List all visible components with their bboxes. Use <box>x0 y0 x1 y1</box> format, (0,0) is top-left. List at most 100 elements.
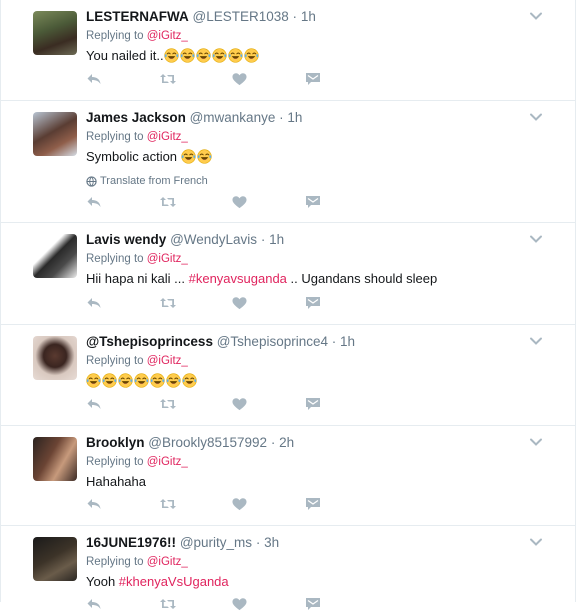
direct-message-button[interactable] <box>305 195 378 213</box>
retweet-button[interactable] <box>159 296 232 314</box>
heart-button[interactable] <box>232 195 305 213</box>
globe-icon <box>86 175 97 187</box>
hashtag-link[interactable]: #kenyavsuganda <box>189 271 287 286</box>
timestamp[interactable]: 1h <box>287 110 302 125</box>
replying-to-label: Replying to <box>86 131 147 143</box>
replying-to-link[interactable]: @iGitz_ <box>147 556 188 568</box>
replying-to: Replying to @iGitz_ <box>86 455 535 470</box>
replying-to-link[interactable]: @iGitz_ <box>147 131 188 143</box>
heart-button[interactable] <box>232 397 305 415</box>
timestamp[interactable]: 1h <box>340 334 355 349</box>
heart-button[interactable] <box>232 296 305 314</box>
reply-button[interactable] <box>86 597 159 615</box>
chevron-down-icon[interactable] <box>529 435 543 449</box>
emoji-group <box>86 373 198 388</box>
replying-to: Replying to @iGitz_ <box>86 252 535 267</box>
retweet-icon <box>159 597 177 616</box>
chevron-down-icon[interactable] <box>529 110 543 124</box>
timestamp[interactable]: 2h <box>279 435 294 450</box>
tweet-feed: LESTERNAFWA @LESTER1038 · 1h Replying to… <box>0 0 576 610</box>
replying-to-link[interactable]: @iGitz_ <box>147 30 188 42</box>
tears-of-joy-emoji <box>197 149 212 164</box>
retweet-button[interactable] <box>159 397 232 415</box>
replying-to-label: Replying to <box>86 253 147 265</box>
chevron-down-icon[interactable] <box>529 9 543 23</box>
hashtag-link[interactable]: #khenyaVsUganda <box>119 574 229 589</box>
separator: · <box>255 535 261 550</box>
reply-button[interactable] <box>86 296 159 314</box>
author-handle[interactable]: @LESTER1038 <box>193 9 289 24</box>
timestamp[interactable]: 1h <box>301 9 316 24</box>
separator: · <box>270 435 276 450</box>
tweet-actions <box>86 597 378 615</box>
retweet-button[interactable] <box>159 597 232 615</box>
author-handle[interactable]: @mwankanye <box>190 110 276 125</box>
tweet[interactable]: LESTERNAFWA @LESTER1038 · 1h Replying to… <box>1 0 575 101</box>
tweet-actions <box>86 497 378 515</box>
avatar[interactable] <box>33 437 77 481</box>
reply-button[interactable] <box>86 195 159 213</box>
reply-button[interactable] <box>86 497 159 515</box>
tweet[interactable]: 16JUNE1976!! @purity_ms · 3h Replying to… <box>1 526 575 610</box>
avatar[interactable] <box>33 336 77 380</box>
tweet[interactable]: Brooklyn @Brookly85157992 · 2h Replying … <box>1 426 575 526</box>
tweet-text <box>86 372 535 390</box>
tweet-text-body: Hahahaha <box>86 474 146 489</box>
tears-of-joy-emoji <box>179 48 195 63</box>
reply-button[interactable] <box>86 72 159 90</box>
tweet-header: 16JUNE1976!! @purity_ms · 3h <box>86 534 535 551</box>
author-handle[interactable]: @purity_ms <box>180 535 252 550</box>
avatar[interactable] <box>33 234 77 278</box>
author-handle[interactable]: @WendyLavis <box>170 232 257 247</box>
avatar[interactable] <box>33 537 77 581</box>
retweet-button[interactable] <box>159 497 232 515</box>
author-name[interactable]: James Jackson <box>86 110 186 125</box>
tweet-text-body: You nailed it.. <box>86 48 164 63</box>
replying-to-link[interactable]: @iGitz_ <box>147 355 188 367</box>
author-name[interactable]: @Tshepisoprincess <box>86 334 213 349</box>
direct-message-button[interactable] <box>305 397 378 415</box>
replying-to-link[interactable]: @iGitz_ <box>147 253 188 265</box>
direct-message-icon <box>305 397 321 416</box>
replying-to-link[interactable]: @iGitz_ <box>147 456 188 468</box>
author-handle[interactable]: @Brookly85157992 <box>148 435 267 450</box>
tweet[interactable]: James Jackson @mwankanye · 1h Replying t… <box>1 101 575 223</box>
direct-message-button[interactable] <box>305 597 378 615</box>
author-handle[interactable]: @Tshepisoprince4 <box>217 334 328 349</box>
author-name[interactable]: LESTERNAFWA <box>86 9 189 24</box>
direct-message-icon <box>305 597 321 616</box>
emoji-group <box>181 149 213 164</box>
tweet-header: Lavis wendy @WendyLavis · 1h <box>86 231 535 248</box>
author-name[interactable]: Brooklyn <box>86 435 145 450</box>
retweet-button[interactable] <box>159 195 232 213</box>
chevron-down-icon[interactable] <box>529 535 543 549</box>
tears-of-joy-emoji <box>118 373 133 388</box>
timestamp[interactable]: 3h <box>264 535 279 550</box>
retweet-icon <box>159 195 177 214</box>
tweet[interactable]: Lavis wendy @WendyLavis · 1h Replying to… <box>1 223 575 325</box>
translate-label[interactable]: Translate from French <box>100 175 208 187</box>
replying-to: Replying to @iGitz_ <box>86 555 535 570</box>
heart-button[interactable] <box>232 497 305 515</box>
reply-button[interactable] <box>86 397 159 415</box>
heart-icon <box>232 597 247 616</box>
chevron-down-icon[interactable] <box>529 334 543 348</box>
direct-message-button[interactable] <box>305 296 378 314</box>
translate-link[interactable]: Translate from French <box>86 175 535 187</box>
tweet[interactable]: @Tshepisoprincess @Tshepisoprince4 · 1h … <box>1 325 575 426</box>
timestamp[interactable]: 1h <box>269 232 284 247</box>
author-name[interactable]: Lavis wendy <box>86 232 166 247</box>
chevron-down-icon[interactable] <box>529 232 543 246</box>
heart-button[interactable] <box>232 72 305 90</box>
tweet-header: @Tshepisoprincess @Tshepisoprince4 · 1h <box>86 333 535 350</box>
reply-icon <box>86 296 102 315</box>
direct-message-button[interactable] <box>305 72 378 90</box>
retweet-button[interactable] <box>159 72 232 90</box>
author-name[interactable]: 16JUNE1976!! <box>86 535 176 550</box>
avatar[interactable] <box>33 112 77 156</box>
heart-button[interactable] <box>232 597 305 615</box>
tears-of-joy-emoji <box>195 48 211 63</box>
replying-to-label: Replying to <box>86 556 147 568</box>
avatar[interactable] <box>33 11 77 55</box>
direct-message-button[interactable] <box>305 497 378 515</box>
